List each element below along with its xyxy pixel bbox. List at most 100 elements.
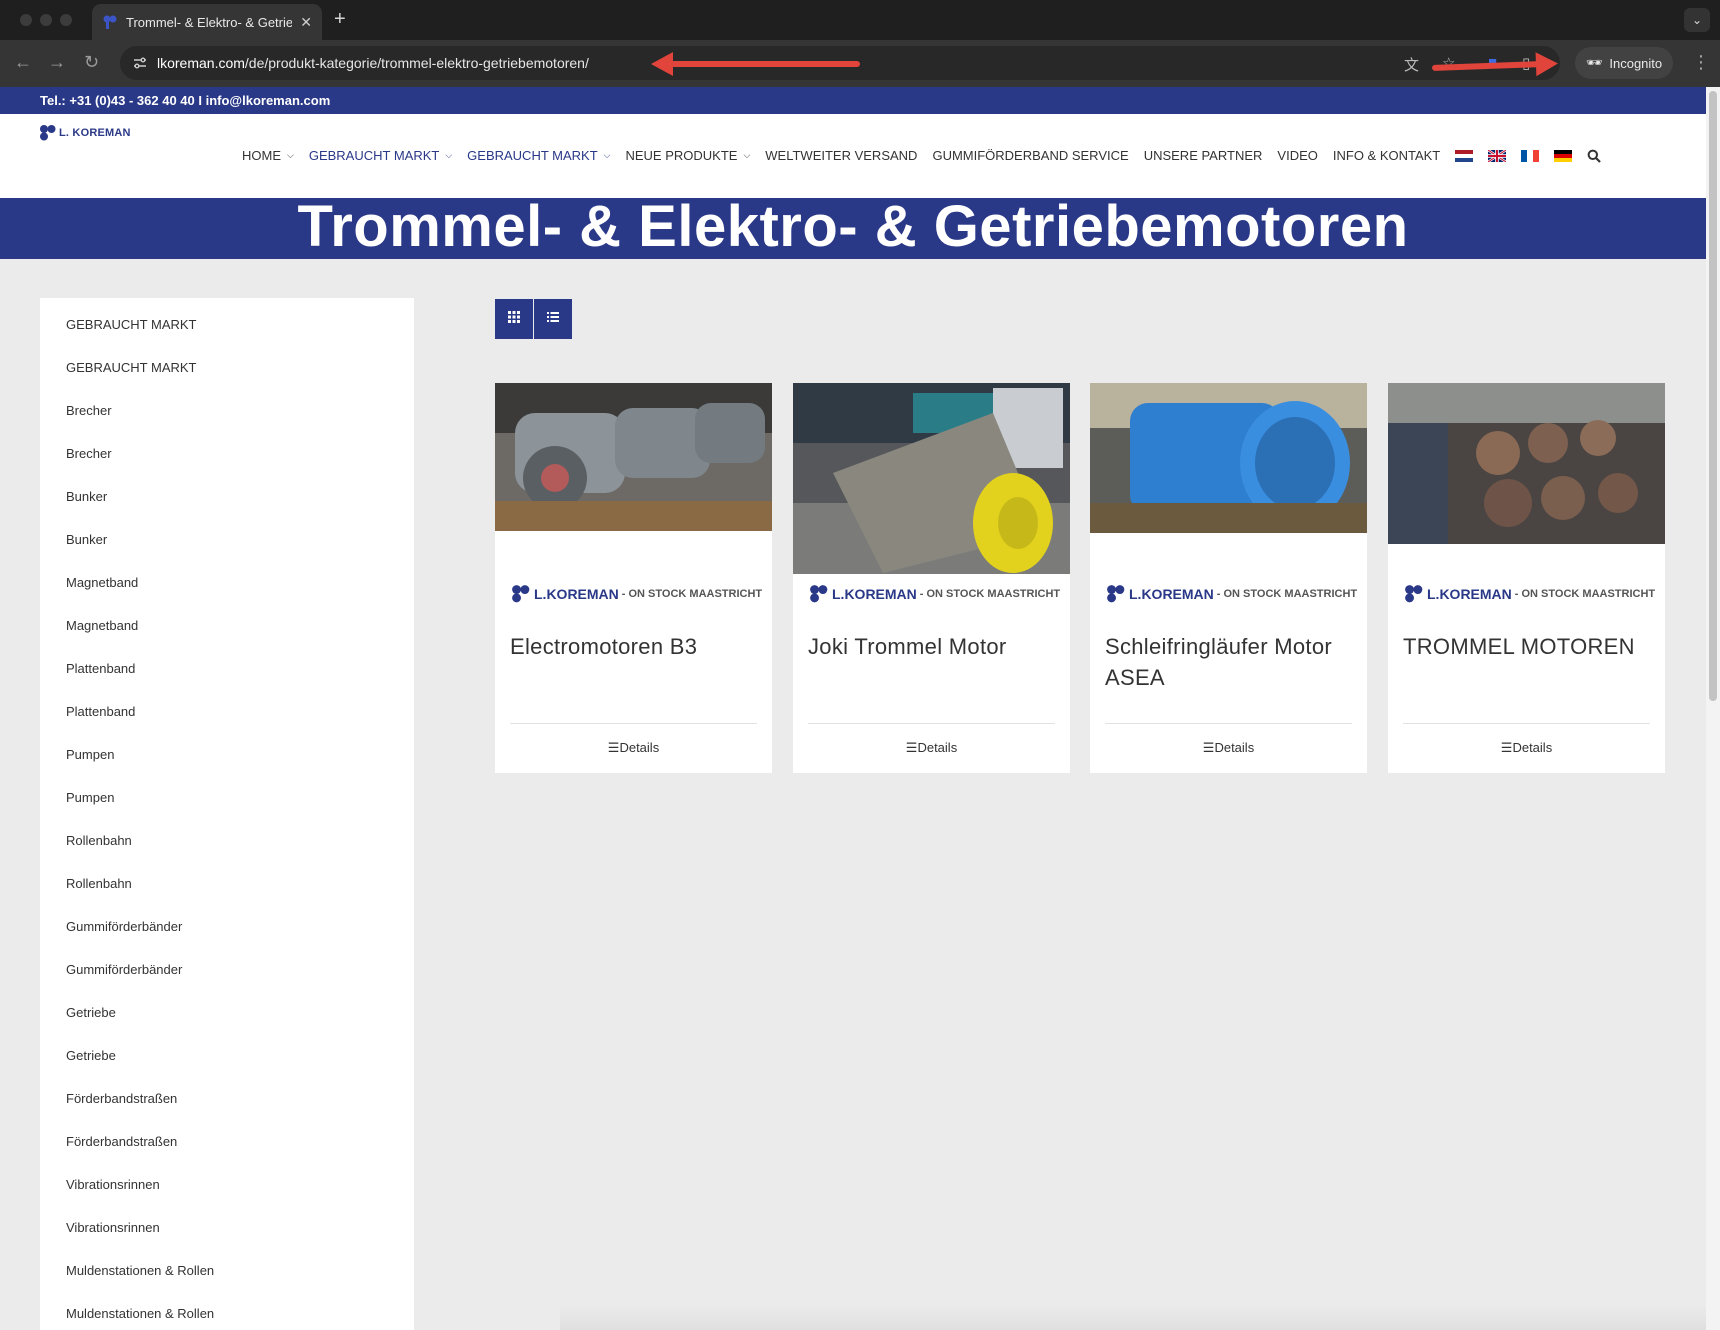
nav-item-unsere-partner[interactable]: UNSERE PARTNER [1144, 148, 1263, 163]
brand-sub: - ON STOCK MAASTRICHT [1216, 588, 1358, 600]
sidebar-item[interactable]: Rollenbahn [40, 869, 414, 912]
nav-item-weltweiter-versand[interactable]: WELTWEITER VERSAND [765, 148, 917, 163]
list-view-button[interactable] [534, 299, 572, 339]
sidebar-item[interactable]: Brecher [40, 439, 414, 482]
nav-item-gummifoerderband-service[interactable]: GUMMIFÖRDERBAND SERVICE [932, 148, 1128, 163]
card-brand: L.KOREMAN - ON STOCK MAASTRICHT [1404, 584, 1655, 604]
product-title[interactable]: TROMMEL MOTOREN [1403, 631, 1653, 662]
details-button[interactable]: ☰Details [1090, 740, 1367, 756]
sidebar-item[interactable]: Pumpen [40, 783, 414, 826]
site-logo[interactable]: L. KOREMAN [39, 124, 131, 142]
sidebar-item[interactable]: Förderbandstraßen [40, 1127, 414, 1170]
search-icon[interactable] [1587, 149, 1602, 163]
sidebar-item[interactable]: Bunker [40, 482, 414, 525]
koreman-logo-icon [512, 585, 530, 603]
chevron-down-icon: ⌵ [445, 150, 453, 160]
sidebar-item[interactable]: Förderbandstraßen [40, 1084, 414, 1127]
browser-tab[interactable]: Trommel- & Elektro- & Getrie ✕ [92, 4, 322, 40]
sidebar-item[interactable]: Pumpen [40, 740, 414, 783]
sidebar-item[interactable]: Brecher [40, 396, 414, 439]
brand-name: L.KOREMAN [832, 586, 917, 602]
product-card[interactable]: L.KOREMAN - ON STOCK MAASTRICHT Electrom… [495, 383, 772, 773]
sidebar-item[interactable]: Muldenstationen & Rollen [40, 1256, 414, 1299]
sidebar-item[interactable]: Bunker [40, 525, 414, 568]
scrollbar-thumb[interactable] [1709, 91, 1717, 701]
list-icon: ☰ [905, 740, 918, 755]
nav-item-home[interactable]: HOME ⌵ [242, 148, 294, 163]
details-button[interactable]: ☰Details [793, 740, 1070, 756]
product-image[interactable] [793, 383, 1070, 574]
nav-item-neue-produkte[interactable]: NEUE PRODUKTE ⌵ [625, 148, 750, 163]
product-image[interactable] [1388, 383, 1665, 544]
sidebar-item[interactable]: Muldenstationen & Rollen [40, 1299, 414, 1330]
nav-item-info-kontakt[interactable]: INFO & KONTAKT [1333, 148, 1440, 163]
flag-de-icon[interactable] [1554, 149, 1573, 162]
product-image[interactable] [1090, 383, 1367, 533]
sidebar-item[interactable]: Gummiförderbänder [40, 912, 414, 955]
chevron-down-icon: ⌵ [743, 150, 751, 160]
product-title[interactable]: Joki Trommel Motor [808, 631, 1058, 662]
back-arrow-icon[interactable]: ← [14, 52, 32, 73]
url-path: /de/produkt-kategorie/trommel-elektro-ge… [244, 55, 589, 71]
details-button[interactable]: ☰Details [1388, 740, 1665, 756]
sidebar-item[interactable]: Getriebe [40, 1041, 414, 1084]
logo-text: L. KOREMAN [59, 127, 131, 139]
forward-arrow-icon[interactable]: → [48, 52, 66, 73]
incognito-badge[interactable]: 🕶 Incognito [1575, 47, 1673, 79]
nav-label: GEBRAUCHT MARKT [467, 148, 598, 163]
window-close-dot[interactable] [20, 14, 32, 26]
annotation-arrow-left-icon [651, 52, 860, 76]
sidebar-item[interactable]: GEBRAUCHT MARKT [40, 353, 414, 396]
page-title: Trommel- & Elektro- & Getriebemotoren [297, 194, 1409, 259]
brand-sub: - ON STOCK MAASTRICHT [919, 588, 1061, 600]
page-scrollbar[interactable] [1706, 87, 1720, 1330]
grid-view-button[interactable] [495, 299, 533, 339]
product-image[interactable] [495, 383, 772, 531]
tab-search-chevron-icon[interactable]: ⌄ [1684, 8, 1710, 32]
sidebar-item[interactable]: Vibrationsrinnen [40, 1213, 414, 1256]
brand-sub: - ON STOCK MAASTRICHT [621, 588, 763, 600]
list-icon: ☰ [1202, 740, 1215, 755]
flag-nl-icon[interactable] [1455, 149, 1474, 162]
sidebar-item[interactable]: Plattenband [40, 697, 414, 740]
new-tab-icon[interactable]: + [334, 8, 346, 31]
flag-uk-icon[interactable] [1488, 149, 1507, 162]
sidebar-item[interactable]: Getriebe [40, 998, 414, 1041]
nav-item-gebraucht-markt[interactable]: GEBRAUCHT MARKT ⌵ [309, 148, 452, 163]
product-card[interactable]: L.KOREMAN - ON STOCK MAASTRICHT Joki Tro… [793, 383, 1070, 773]
details-button[interactable]: ☰Details [495, 740, 772, 756]
translate-icon[interactable]: 文 [1404, 54, 1419, 75]
sidebar-item[interactable]: Gummiförderbänder [40, 955, 414, 998]
incognito-icon: 🕶 [1585, 55, 1603, 70]
sidebar-item[interactable]: Vibrationsrinnen [40, 1170, 414, 1213]
product-card[interactable]: L.KOREMAN - ON STOCK MAASTRICHT TROMMEL … [1388, 383, 1665, 773]
sidebar-item[interactable]: Magnetband [40, 611, 414, 654]
card-divider [510, 723, 757, 724]
product-title[interactable]: Electromotoren B3 [510, 631, 760, 662]
nav-item-video[interactable]: VIDEO [1277, 148, 1317, 163]
window-maximize-dot[interactable] [60, 14, 72, 26]
browser-menu-icon[interactable]: ⋮ [1692, 52, 1710, 73]
window-minimize-dot[interactable] [40, 14, 52, 26]
product-card[interactable]: L.KOREMAN - ON STOCK MAASTRICHT Schleifr… [1090, 383, 1367, 773]
grid-icon [508, 311, 520, 323]
nav-item-gebraucht-markt-2[interactable]: GEBRAUCHT MARKT ⌵ [467, 148, 610, 163]
site-settings-icon[interactable] [132, 55, 148, 71]
details-label: Details [1512, 740, 1553, 755]
koreman-logo-icon [1107, 585, 1125, 603]
list-icon [547, 312, 559, 322]
flag-fr-icon[interactable] [1521, 149, 1540, 162]
nav-label: GUMMIFÖRDERBAND SERVICE [932, 148, 1129, 163]
nav-label: HOME [242, 148, 281, 163]
contact-bar: Tel.: +31 (0)43 - 362 40 40 I info@lkore… [0, 87, 1706, 114]
sidebar-item[interactable]: Rollenbahn [40, 826, 414, 869]
sidebar-item[interactable]: GEBRAUCHT MARKT [40, 310, 414, 353]
nav-label: NEUE PRODUKTE [625, 148, 738, 163]
product-title[interactable]: Schleifringläufer Motor ASEA [1105, 631, 1355, 693]
chevron-down-icon: ⌵ [287, 150, 294, 160]
page-banner: Trommel- & Elektro- & Getriebemotoren [0, 194, 1706, 259]
sidebar-item[interactable]: Plattenband [40, 654, 414, 697]
reload-icon[interactable]: ↻ [84, 52, 99, 73]
sidebar-item[interactable]: Magnetband [40, 568, 414, 611]
tab-close-icon[interactable]: ✕ [300, 14, 312, 31]
